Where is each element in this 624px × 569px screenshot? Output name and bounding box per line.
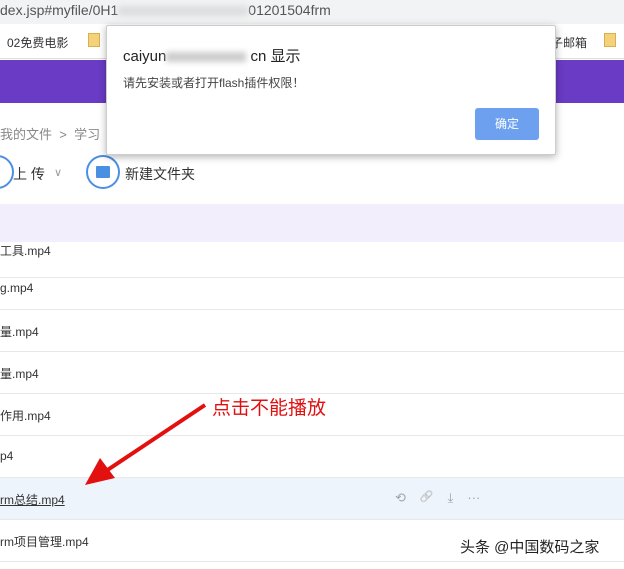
dialog-title-prefix: caiyun bbox=[123, 48, 167, 65]
title-blur bbox=[166, 52, 247, 63]
ok-button[interactable]: 确定 bbox=[475, 108, 539, 140]
dialog-title-suffix: cn 显示 bbox=[250, 48, 301, 65]
dialog-message: 请先安装或者打开flash插件权限！ bbox=[123, 76, 305, 90]
annotation-text: 点击不能播放 bbox=[212, 398, 327, 419]
dialog-title: caiyun cn 显示 bbox=[123, 45, 301, 66]
watermark: 头条 @中国数码之家 bbox=[460, 539, 600, 556]
alert-dialog: caiyun cn 显示 请先安装或者打开flash插件权限！ 确定 bbox=[106, 25, 556, 155]
